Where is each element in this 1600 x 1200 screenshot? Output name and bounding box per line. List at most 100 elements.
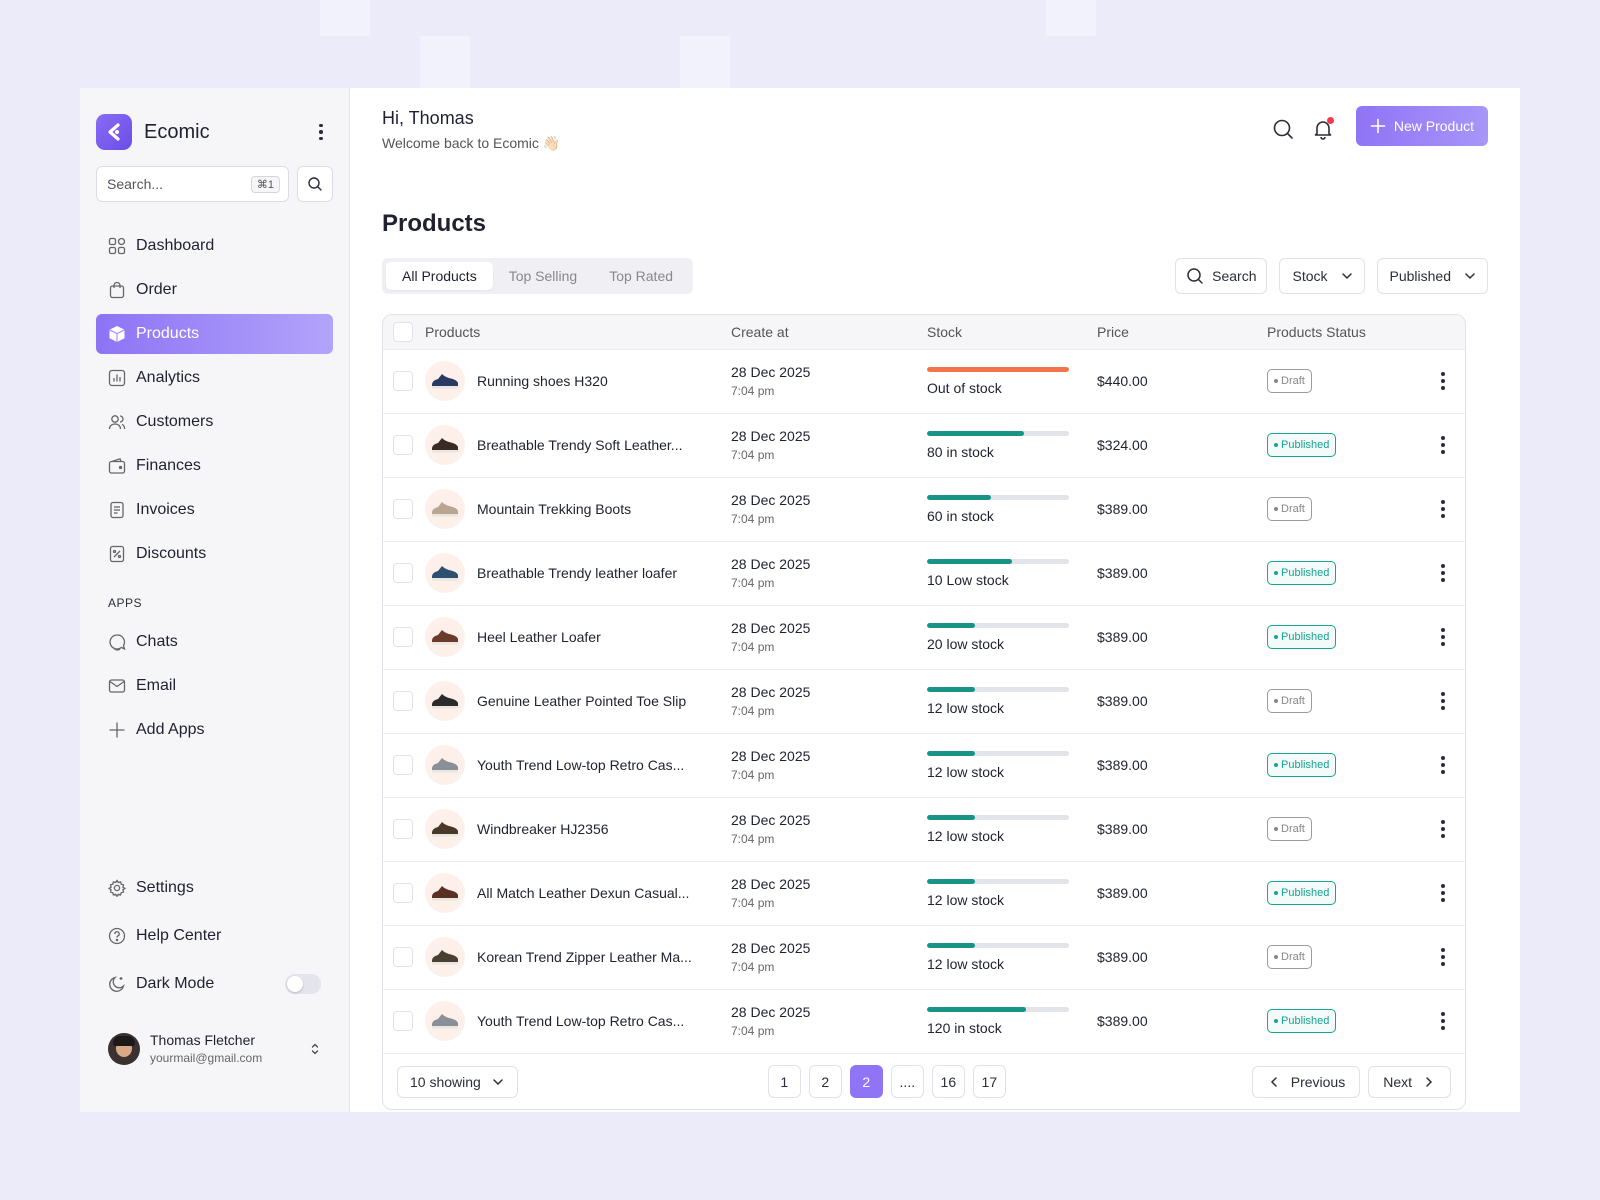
page-button[interactable]: 17 <box>972 1065 1006 1098</box>
table-row[interactable]: Breathable Trendy leather loafer 28 Dec 2… <box>383 541 1465 605</box>
table-row[interactable]: Genuine Leather Pointed Toe Slip 28 Dec 2… <box>383 669 1465 733</box>
sidebar-item-settings[interactable]: Settings <box>96 868 333 908</box>
row-checkbox[interactable] <box>393 947 413 967</box>
row-checkbox[interactable] <box>393 691 413 711</box>
product-name[interactable]: Mountain Trekking Boots <box>477 501 631 517</box>
row-checkbox[interactable] <box>393 371 413 391</box>
tab-all-products[interactable]: All Products <box>386 262 493 290</box>
tab-top-rated[interactable]: Top Rated <box>593 262 689 290</box>
stock-filter-dropdown[interactable]: Stock <box>1279 258 1365 294</box>
chevron-up-down-icon[interactable] <box>309 1042 321 1056</box>
sidebar-item-finances[interactable]: Finances <box>96 446 333 486</box>
next-page-button[interactable]: Next <box>1368 1065 1451 1098</box>
page-button[interactable]: 16 <box>931 1065 965 1098</box>
row-actions-icon[interactable] <box>1433 500 1453 518</box>
sidebar-item-order[interactable]: Order <box>96 270 333 310</box>
sidebar-item-customers[interactable]: Customers <box>96 402 333 442</box>
sidebar-menu-icon[interactable] <box>309 120 333 144</box>
row-actions-icon[interactable] <box>1433 372 1453 390</box>
status-badge: Published <box>1267 753 1337 777</box>
page-button-current[interactable]: 2 <box>849 1065 883 1098</box>
page-button[interactable]: 2 <box>808 1065 842 1098</box>
dark-mode-toggle[interactable] <box>285 974 321 994</box>
date-time: 7:04 pm <box>731 704 775 718</box>
date-main: 28 Dec 2025 <box>731 428 811 444</box>
row-checkbox[interactable] <box>393 499 413 519</box>
row-checkbox[interactable] <box>393 435 413 455</box>
table-row[interactable]: Youth Trend Low-top Retro Cas... 28 Dec 2… <box>383 733 1465 797</box>
product-name[interactable]: Breathable Trendy leather loafer <box>477 565 677 581</box>
row-actions-icon[interactable] <box>1433 884 1453 902</box>
row-checkbox[interactable] <box>393 755 413 775</box>
page-size-label: 10 showing <box>410 1073 481 1090</box>
product-name[interactable]: Running shoes H320 <box>477 373 608 389</box>
sidebar-search-button[interactable] <box>297 166 333 202</box>
select-all-checkbox[interactable] <box>393 321 413 342</box>
row-actions-icon[interactable] <box>1433 820 1453 838</box>
sidebar-item-products[interactable]: Products <box>96 314 333 354</box>
sidebar-item-analytics[interactable]: Analytics <box>96 358 333 398</box>
stock-bar-fill <box>927 686 976 692</box>
table-search-button[interactable]: Search <box>1175 258 1268 294</box>
header-search-button[interactable] <box>1270 116 1296 142</box>
product-name[interactable]: Youth Trend Low-top Retro Cas... <box>477 1013 684 1029</box>
product-name[interactable]: Breathable Trendy Soft Leather... <box>477 437 682 453</box>
sidebar-search-input[interactable] <box>107 176 251 192</box>
user-profile[interactable]: Thomas Fletcher yourmail@gmail.com <box>96 1032 333 1065</box>
new-product-button[interactable]: New Product <box>1355 106 1488 146</box>
next-label: Next <box>1383 1073 1412 1090</box>
row-actions-icon[interactable] <box>1433 628 1453 646</box>
date-time: 7:04 pm <box>731 384 775 398</box>
sidebar-item-email[interactable]: Email <box>96 666 333 706</box>
row-actions-icon[interactable] <box>1433 564 1453 582</box>
sidebar-item-invoices[interactable]: Invoices <box>96 490 333 530</box>
row-actions-icon[interactable] <box>1433 1012 1453 1031</box>
product-cell: Breathable Trendy leather loafer <box>425 553 731 593</box>
row-checkbox[interactable] <box>393 819 413 839</box>
page-button[interactable]: 1 <box>767 1065 801 1098</box>
product-name[interactable]: Korean Trend Zipper Leather Ma... <box>477 949 692 965</box>
product-name[interactable]: Heel Leather Loafer <box>477 629 601 645</box>
sidebar-item-chats[interactable]: Chats <box>96 622 333 662</box>
row-actions-icon[interactable] <box>1433 756 1453 774</box>
sidebar-item-dashboard[interactable]: Dashboard <box>96 226 333 266</box>
column-header[interactable]: Create at <box>731 315 927 349</box>
column-header[interactable]: Products Status <box>1267 315 1417 349</box>
product-name[interactable]: All Match Leather Dexun Casual... <box>477 885 689 901</box>
sidebar-item-label: Help Center <box>136 927 222 944</box>
table-header-row: Products Create at Stock Price Products … <box>383 315 1465 349</box>
row-checkbox[interactable] <box>393 627 413 647</box>
column-header[interactable]: Products <box>425 315 731 349</box>
sidebar-item-discounts[interactable]: Discounts <box>96 534 333 574</box>
table-row[interactable]: All Match Leather Dexun Casual... 28 Dec … <box>383 861 1465 925</box>
table-row[interactable]: Breathable Trendy Soft Leather... 28 Dec … <box>383 413 1465 477</box>
table-row[interactable]: Heel Leather Loafer 28 Dec 2025 7:04 pm 20 … <box>383 605 1465 669</box>
previous-page-button[interactable]: Previous <box>1251 1065 1361 1098</box>
row-checkbox[interactable] <box>393 1011 413 1032</box>
price: $389.00 <box>1097 885 1148 901</box>
sidebar-item-add-apps[interactable]: Add Apps <box>96 710 333 750</box>
row-actions-icon[interactable] <box>1433 948 1453 966</box>
table-row[interactable]: Running shoes H320 28 Dec 2025 7:04 pm Out … <box>383 349 1465 413</box>
table-row[interactable]: Youth Trend Low-top Retro Cas... 28 Dec 2… <box>383 989 1465 1053</box>
table-row[interactable]: Windbreaker HJ2356 28 Dec 2025 7:04 pm 12 l… <box>383 797 1465 861</box>
tab-top-selling[interactable]: Top Selling <box>493 262 594 290</box>
shoe-icon <box>425 1001 465 1042</box>
product-name[interactable]: Youth Trend Low-top Retro Cas... <box>477 757 684 773</box>
product-name[interactable]: Genuine Leather Pointed Toe Slip <box>477 693 686 709</box>
notifications-button[interactable] <box>1310 116 1336 142</box>
column-header[interactable]: Price <box>1097 315 1267 349</box>
row-actions-icon[interactable] <box>1433 692 1453 710</box>
sidebar-item-help-center[interactable]: Help Center <box>96 916 333 956</box>
price: $389.00 <box>1097 949 1148 965</box>
row-actions-icon[interactable] <box>1433 436 1453 454</box>
status-dot <box>1274 891 1278 895</box>
row-checkbox[interactable] <box>393 563 413 583</box>
column-header[interactable]: Stock <box>927 315 1097 349</box>
table-row[interactable]: Korean Trend Zipper Leather Ma... 28 Dec … <box>383 925 1465 989</box>
status-filter-dropdown[interactable]: Published <box>1376 258 1488 294</box>
product-name[interactable]: Windbreaker HJ2356 <box>477 821 609 837</box>
row-checkbox[interactable] <box>393 883 413 903</box>
table-row[interactable]: Mountain Trekking Boots 28 Dec 2025 7:04 p… <box>383 477 1465 541</box>
page-size-dropdown[interactable]: 10 showing <box>397 1065 518 1098</box>
